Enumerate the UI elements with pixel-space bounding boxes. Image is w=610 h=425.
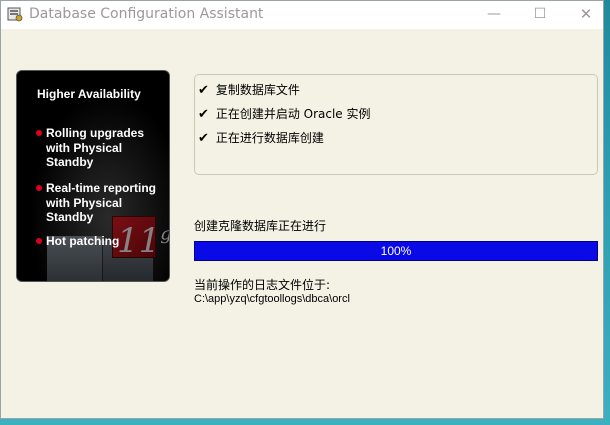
minimize-icon: —: [487, 6, 501, 22]
steps-panel: ✔ 复制数据库文件 ✔ 正在创建并启动 Oracle 实例 ✔ 正在进行数据库创…: [194, 74, 598, 175]
checkmark-icon: ✔: [198, 131, 209, 146]
close-icon: ✕: [579, 5, 593, 23]
step-label: 正在创建并启动 Oracle 实例: [215, 107, 371, 121]
step-item: ✔ 正在创建并启动 Oracle 实例: [198, 105, 371, 122]
progress-label: 创建克隆数据库正在进行: [194, 219, 327, 233]
minimize-button[interactable]: —: [472, 1, 516, 27]
banner-bullet: Hot patching: [36, 234, 169, 249]
checkmark-icon: ✔: [198, 107, 209, 122]
step-label: 正在进行数据库创建: [215, 131, 324, 145]
maximize-button[interactable]: ☐: [518, 1, 562, 27]
banner-title: Higher Availability: [37, 87, 141, 101]
log-path: C:\app\yzq\cfgtoollogs\dbca\orcl: [194, 293, 350, 305]
checkmark-icon: ✔: [198, 83, 209, 98]
progress-percent: 100%: [380, 244, 412, 258]
dbca-app-icon: [7, 7, 23, 22]
window-title: Database Configuration Assistant: [29, 6, 264, 22]
step-item: ✔ 正在进行数据库创建: [198, 129, 324, 146]
dbca-window: Database Configuration Assistant — ☐ ✕ 1…: [0, 0, 604, 419]
step-label: 复制数据库文件: [215, 83, 300, 97]
feature-banner: 11g Higher Availability Rolling upgrades…: [16, 70, 170, 282]
progress-bar: 100%: [194, 241, 598, 261]
title-bar[interactable]: Database Configuration Assistant — ☐ ✕: [1, 1, 603, 29]
step-item: ✔ 复制数据库文件: [198, 81, 300, 98]
banner-bullet: Real-time reporting with Physical Standb…: [36, 181, 169, 225]
maximize-icon: ☐: [533, 6, 547, 22]
close-button[interactable]: ✕: [564, 1, 608, 27]
banner-bullet: Rolling upgrades with Physical Standby: [36, 126, 169, 170]
log-label: 当前操作的日志文件位于:: [194, 278, 331, 292]
